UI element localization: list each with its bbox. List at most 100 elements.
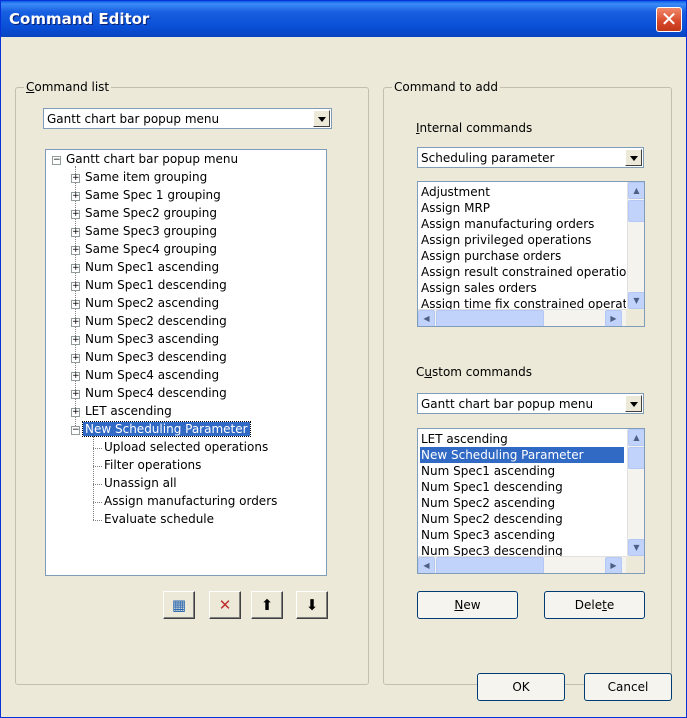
- tree-node[interactable]: Num Spec3 ascending: [83, 332, 221, 346]
- scrollbar-corner: [626, 556, 644, 573]
- close-button[interactable]: ✕: [656, 7, 682, 32]
- tree-node[interactable]: Same Spec3 grouping: [83, 224, 219, 238]
- new-button[interactable]: New: [417, 591, 518, 619]
- scroll-left-icon[interactable]: ◀: [418, 557, 435, 573]
- internal-commands-list[interactable]: Adjustment Assign MRP Assign manufacturing…: [417, 181, 645, 327]
- list-item[interactable]: Assign result constrained operations: [420, 264, 626, 280]
- expand-icon[interactable]: +: [71, 354, 80, 363]
- move-down-button[interactable]: ⬇: [296, 591, 328, 619]
- expand-icon[interactable]: +: [71, 300, 80, 309]
- list-item[interactable]: Assign purchase orders: [420, 248, 626, 264]
- command-list-combo[interactable]: Gantt chart bar popup menu: [43, 108, 332, 129]
- tree-node[interactable]: Num Spec2 descending: [83, 314, 229, 328]
- add-command-button[interactable]: ▦: [163, 591, 195, 619]
- scroll-right-icon[interactable]: ▶: [605, 310, 622, 326]
- scrollbar-thumb[interactable]: [436, 557, 544, 573]
- tree-leaf[interactable]: Unassign all: [102, 476, 179, 490]
- scroll-up-icon[interactable]: ▲: [628, 429, 644, 446]
- expand-icon[interactable]: +: [71, 282, 80, 291]
- tree-connector: [93, 520, 102, 521]
- chevron-down-icon[interactable]: [625, 149, 642, 166]
- chevron-down-icon[interactable]: [625, 395, 642, 412]
- tree-node[interactable]: Num Spec1 ascending: [83, 260, 221, 274]
- vertical-scrollbar[interactable]: ▲ ▼: [627, 182, 644, 309]
- expand-icon[interactable]: +: [71, 192, 80, 201]
- scroll-down-icon[interactable]: ▼: [628, 539, 644, 556]
- expand-icon[interactable]: +: [71, 264, 80, 273]
- scrollbar-thumb[interactable]: [628, 200, 644, 222]
- tree-node[interactable]: Num Spec4 descending: [83, 386, 229, 400]
- tree-node[interactable]: Same Spec 1 grouping: [83, 188, 223, 202]
- collapse-icon[interactable]: −: [52, 156, 61, 165]
- tree-node[interactable]: Num Spec1 descending: [83, 278, 229, 292]
- list-item[interactable]: LET ascending: [420, 431, 626, 447]
- tree-node[interactable]: Same Spec4 grouping: [83, 242, 219, 256]
- expand-icon[interactable]: +: [71, 174, 80, 183]
- title-bar[interactable]: Command Editor ✕: [1, 1, 686, 37]
- scroll-right-icon[interactable]: ▶: [605, 557, 622, 573]
- list-item[interactable]: Assign MRP: [420, 200, 626, 216]
- command-tree[interactable]: − Gantt chart bar popup menu + Same item gr…: [45, 149, 327, 576]
- tree-connector: [93, 466, 102, 467]
- command-to-add-group: Command to add Internal commands Schedul…: [383, 80, 672, 685]
- tree-leaf[interactable]: Evaluate schedule: [102, 512, 216, 526]
- list-item[interactable]: Num Spec2 descending: [420, 511, 626, 527]
- tree-node[interactable]: Same Spec2 grouping: [83, 206, 219, 220]
- tree-leaf[interactable]: Assign manufacturing orders: [102, 494, 279, 508]
- internal-commands-label: Internal commands: [416, 121, 533, 135]
- command-list-group-label: Command list: [24, 80, 112, 94]
- scroll-down-icon[interactable]: ▼: [628, 292, 644, 309]
- tree-connector: [93, 484, 102, 485]
- tree-node[interactable]: Num Spec2 ascending: [83, 296, 221, 310]
- scrollbar-thumb[interactable]: [628, 447, 644, 469]
- move-up-button[interactable]: ⬆: [251, 591, 283, 619]
- tree-leaf[interactable]: Upload selected operations: [102, 440, 270, 454]
- close-icon: ✕: [660, 7, 678, 31]
- list-item[interactable]: Adjustment: [420, 184, 626, 200]
- collapse-icon[interactable]: −: [71, 426, 80, 435]
- delete-button[interactable]: Delete: [544, 591, 645, 619]
- vertical-scrollbar[interactable]: ▲ ▼: [627, 429, 644, 556]
- custom-commands-combo[interactable]: Gantt chart bar popup menu: [417, 393, 644, 414]
- expand-icon[interactable]: +: [71, 246, 80, 255]
- scrollbar-thumb[interactable]: [436, 310, 544, 326]
- tree-node[interactable]: LET ascending: [83, 404, 174, 418]
- tree-node[interactable]: New Scheduling Parameter: [82, 421, 251, 437]
- custom-commands-list[interactable]: LET ascending New Scheduling Parameter Num…: [417, 428, 645, 574]
- list-item[interactable]: Num Spec1 ascending: [420, 463, 626, 479]
- expand-icon[interactable]: +: [71, 336, 80, 345]
- list-item[interactable]: Num Spec2 ascending: [420, 495, 626, 511]
- scroll-left-icon[interactable]: ◀: [418, 310, 435, 326]
- internal-commands-combo-value: Scheduling parameter: [421, 151, 555, 165]
- expand-icon[interactable]: +: [71, 372, 80, 381]
- expand-icon[interactable]: +: [71, 390, 80, 399]
- delete-command-button[interactable]: ✕: [209, 591, 241, 619]
- list-item[interactable]: New Scheduling Parameter: [420, 447, 624, 463]
- list-item[interactable]: Assign sales orders: [420, 280, 626, 296]
- tree-leaf[interactable]: Filter operations: [102, 458, 203, 472]
- internal-commands-combo[interactable]: Scheduling parameter: [417, 147, 644, 168]
- list-item[interactable]: Assign manufacturing orders: [420, 216, 626, 232]
- chevron-down-icon[interactable]: [313, 110, 330, 127]
- ok-button[interactable]: OK: [477, 673, 565, 701]
- move-down-icon: ⬇: [305, 596, 319, 614]
- horizontal-scrollbar[interactable]: ◀ ▶: [418, 309, 626, 326]
- list-item[interactable]: Num Spec1 descending: [420, 479, 626, 495]
- cancel-button[interactable]: Cancel: [584, 673, 672, 701]
- command-to-add-group-label: Command to add: [392, 80, 500, 94]
- list-item[interactable]: Assign privileged operations: [420, 232, 626, 248]
- tree-node[interactable]: Num Spec4 ascending: [83, 368, 221, 382]
- custom-commands-label: Custom commands: [416, 365, 532, 379]
- expand-icon[interactable]: +: [71, 318, 80, 327]
- tree-connector: [93, 502, 102, 503]
- scroll-up-icon[interactable]: ▲: [628, 182, 644, 199]
- scrollbar-corner: [626, 309, 644, 326]
- tree-node[interactable]: Num Spec3 descending: [83, 350, 229, 364]
- expand-icon[interactable]: +: [71, 210, 80, 219]
- tree-node[interactable]: Same item grouping: [83, 170, 209, 184]
- expand-icon[interactable]: +: [71, 408, 80, 417]
- command-editor-window: Command Editor ✕ Command list Gantt char…: [0, 0, 687, 718]
- expand-icon[interactable]: +: [71, 228, 80, 237]
- list-item[interactable]: Num Spec3 ascending: [420, 527, 626, 543]
- horizontal-scrollbar[interactable]: ◀ ▶: [418, 556, 626, 573]
